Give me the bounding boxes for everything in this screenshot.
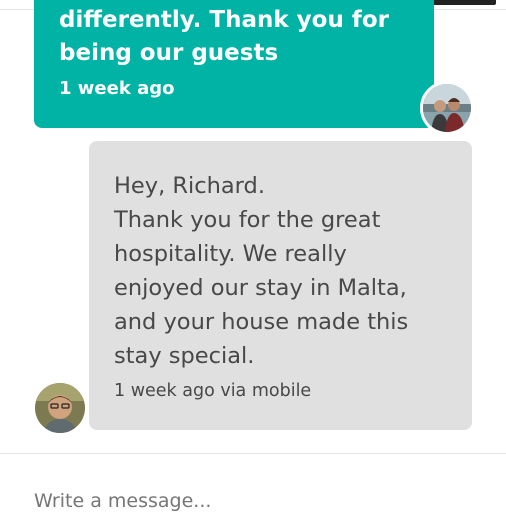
message-line: hospitality. We really: [114, 241, 347, 267]
message-input[interactable]: [34, 486, 474, 516]
message-bubble-guest: Hey, Richard. Thank you for the great ho…: [89, 141, 472, 430]
message-line: stay special.: [114, 343, 255, 369]
message-timestamp-guest: 1 week ago via mobile: [114, 381, 312, 401]
message-line: Thank you for the great: [114, 207, 381, 233]
message-line: differently. Thank you for: [59, 7, 389, 33]
message-text-guest: Hey, Richard. Thank you for the great ho…: [114, 169, 459, 373]
guest-avatar[interactable]: [32, 380, 88, 436]
message-line: and your house made this: [114, 309, 409, 335]
message-line: being our guests: [59, 40, 279, 66]
guest-avatar-icon: [35, 383, 85, 433]
message-line: enjoyed our stay in Malta,: [114, 275, 407, 301]
message-composer: [0, 453, 506, 516]
host-avatar[interactable]: [420, 81, 474, 135]
message-line: Hey, Richard.: [114, 173, 265, 199]
message-text-host: differently. Thank you for being our gue…: [59, 4, 419, 70]
message-bubble-host: differently. Thank you for being our gue…: [34, 0, 434, 128]
host-couple-avatar-icon: [423, 84, 471, 132]
message-timestamp-host: 1 week ago: [59, 78, 175, 99]
